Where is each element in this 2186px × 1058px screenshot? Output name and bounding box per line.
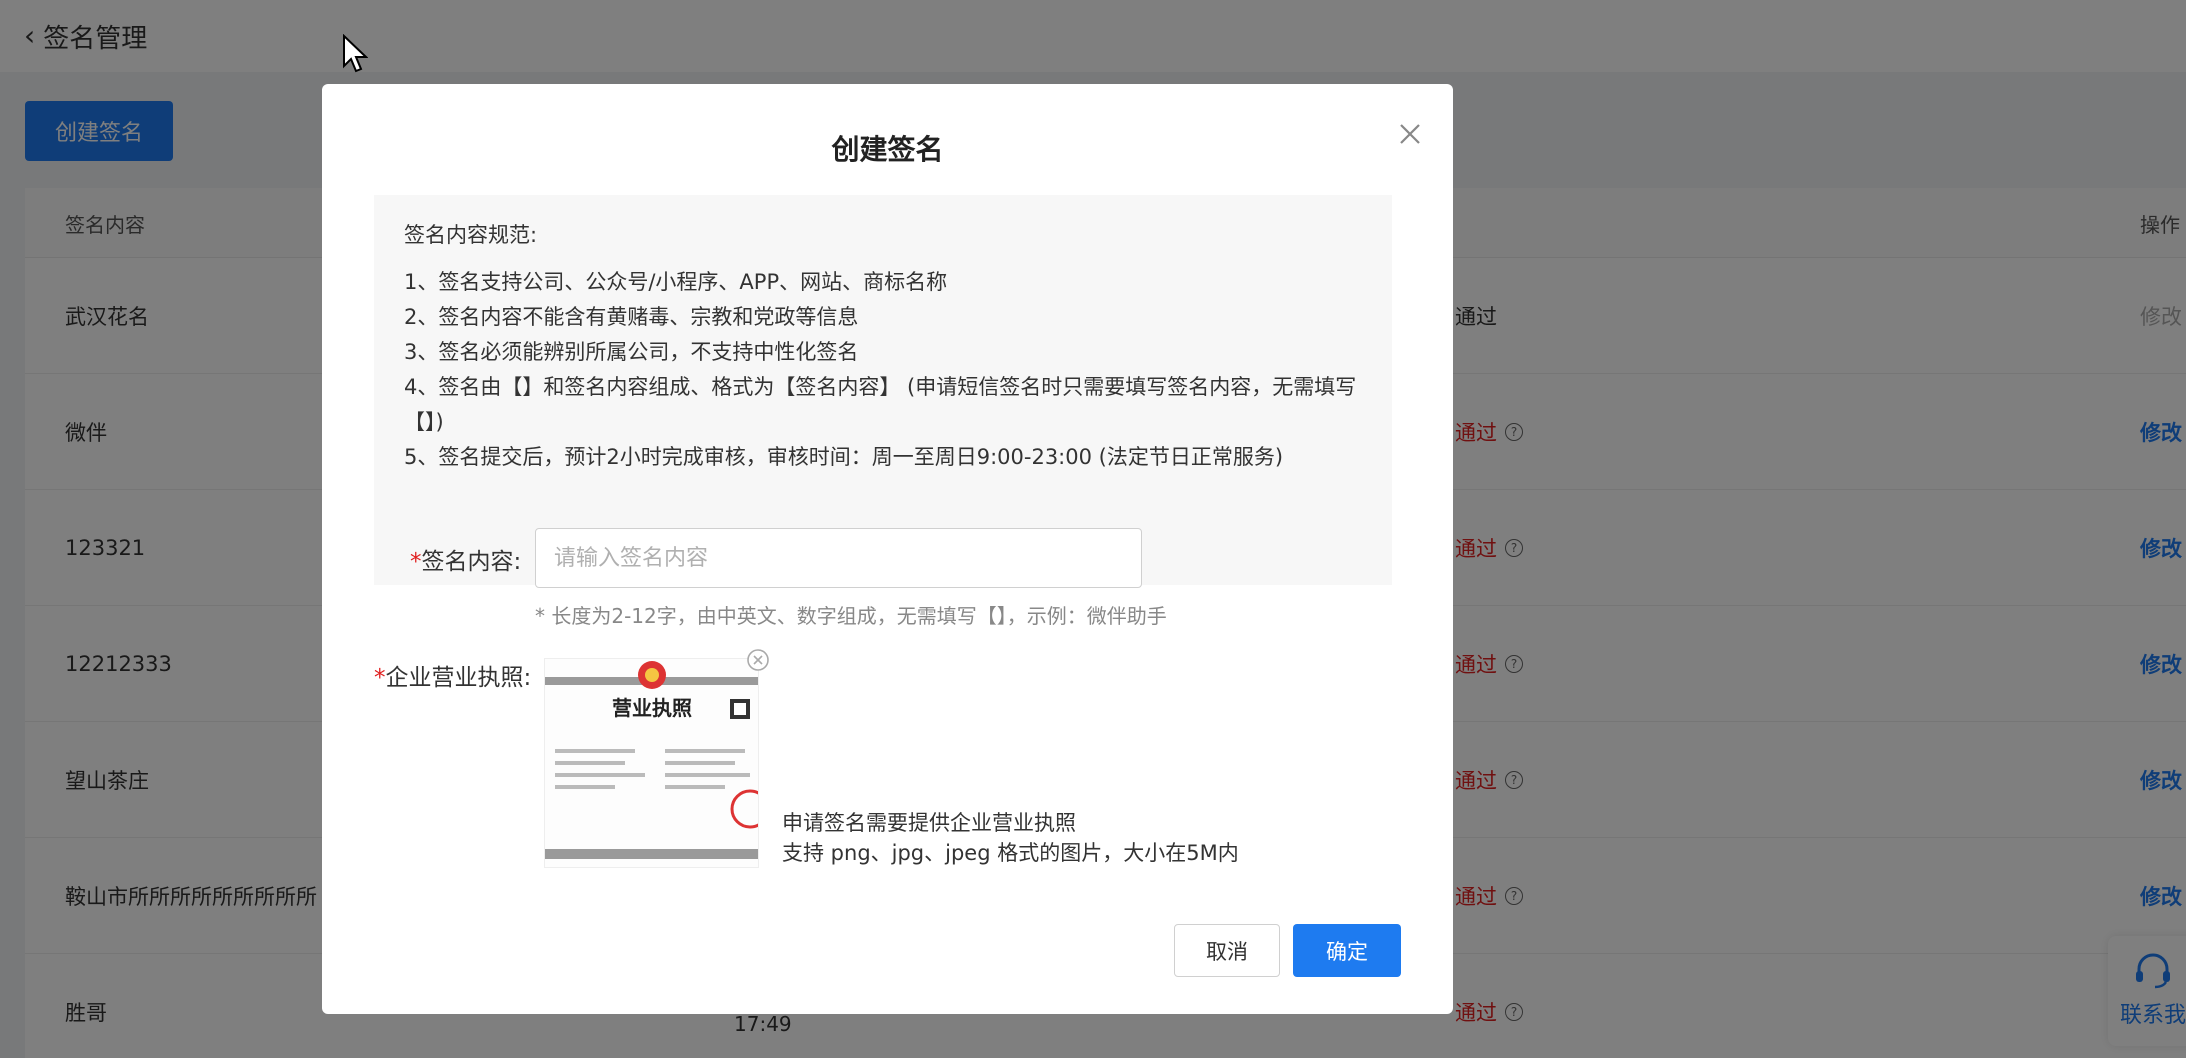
dialog-title: 创建签名 bbox=[831, 133, 944, 166]
rule-item: 3、签名必须能辨别所属公司，不支持中性化签名 bbox=[404, 340, 859, 364]
cursor-icon bbox=[343, 34, 368, 73]
confirm-button[interactable]: 确定 bbox=[1293, 924, 1401, 977]
upload-note: 申请签名需要提供企业营业执照 支持 png、jpg、jpeg 格式的图片，大小在… bbox=[782, 808, 1239, 868]
rule-item: 2、签名内容不能含有黄赌毒、宗教和党政等信息 bbox=[404, 305, 859, 329]
upload-note-line: 支持 png、jpg、jpeg 格式的图片，大小在5M内 bbox=[782, 841, 1239, 865]
close-icon[interactable] bbox=[1392, 116, 1428, 152]
rule-item: 4、签名由【】和签名内容组成、格式为【签名内容】 (申请短信签名时只需要填写签名… bbox=[404, 375, 1357, 434]
rule-item: 5、签名提交后，预计2小时完成审核，审核时间：周一至周日9:00-23:00 (… bbox=[404, 445, 1284, 469]
license-label: *企业营业执照: bbox=[374, 665, 532, 691]
license-title: 营业执照 bbox=[612, 696, 692, 720]
signature-content-input[interactable] bbox=[535, 528, 1142, 588]
remove-image-icon[interactable] bbox=[746, 648, 770, 672]
cancel-button[interactable]: 取消 bbox=[1174, 924, 1280, 977]
create-signature-dialog: 创建签名 签名内容规范: 1、签名支持公司、公众号/小程序、APP、网站、商标名… bbox=[322, 84, 1453, 1014]
required-mark: * bbox=[410, 549, 422, 575]
content-label: *签名内容: bbox=[410, 549, 522, 575]
content-hint: * 长度为2-12字，由中英文、数字组成，无需填写【】，示例：微伴助手 bbox=[535, 604, 1167, 628]
required-mark: * bbox=[374, 665, 386, 691]
rules-box: 签名内容规范: 1、签名支持公司、公众号/小程序、APP、网站、商标名称 2、签… bbox=[374, 195, 1392, 585]
license-image[interactable]: 营业执照 bbox=[544, 658, 759, 868]
upload-note-line: 申请签名需要提供企业营业执照 bbox=[782, 811, 1076, 835]
rule-item: 1、签名支持公司、公众号/小程序、APP、网站、商标名称 bbox=[404, 270, 948, 294]
rules-title: 签名内容规范: bbox=[404, 223, 538, 247]
